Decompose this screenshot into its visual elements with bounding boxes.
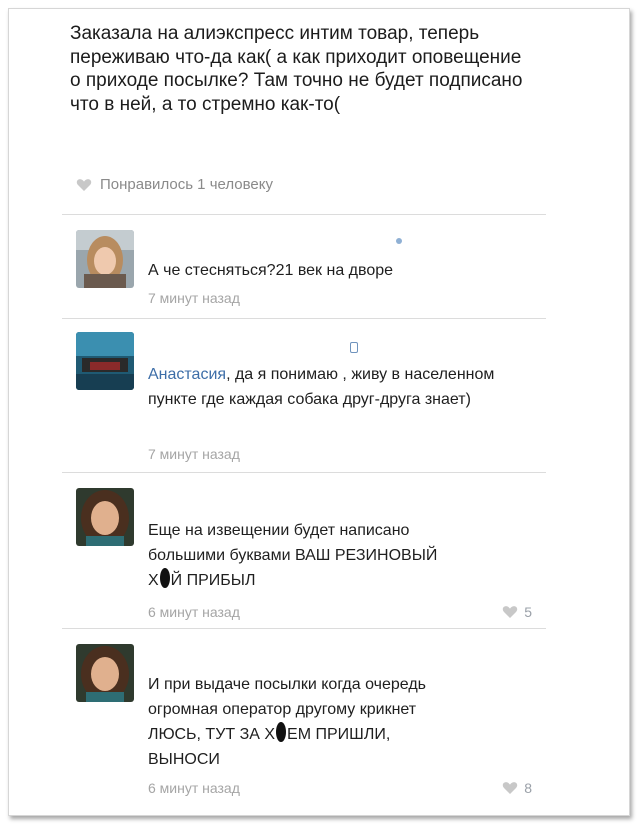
comment-likes[interactable]: 8	[502, 780, 532, 796]
censor-blot	[276, 722, 287, 742]
comment-line: Еще на извещении будет написано	[148, 522, 410, 539]
divider	[62, 318, 546, 319]
heart-icon	[503, 782, 518, 794]
comment-time[interactable]: 6 минут назад	[148, 780, 240, 796]
comment-text-part: Й ПРИБЫЛ	[170, 572, 256, 589]
avatar[interactable]	[76, 332, 134, 390]
comment-line: ВЫНОСИ	[148, 751, 220, 768]
comment-text: И при выдаче посылки когда очередь огром…	[148, 672, 538, 772]
comment-text-part: Х	[148, 572, 159, 589]
avatar[interactable]	[76, 644, 134, 702]
heart-icon	[503, 606, 518, 618]
comment-likes[interactable]: 5	[502, 604, 532, 620]
comment-text: А че стесняться?21 век на дворе	[148, 262, 394, 279]
comment-text-part: ЕМ ПРИШЛИ,	[287, 726, 391, 743]
mobile-icon	[350, 342, 358, 353]
comment-line: Х Й ПРИБЫЛ	[148, 568, 538, 593]
divider	[62, 472, 546, 473]
post-text: Заказала на алиэкспресс интим товар, теп…	[70, 23, 523, 115]
comment-line: большими буквами ВАШ РЕЗИНОВЫЙ	[148, 547, 438, 564]
reply-name-link[interactable]: Анастасия	[148, 366, 226, 383]
avatar[interactable]	[76, 230, 134, 288]
comment-text-part: ЛЮСЬ, ТУТ ЗА Х	[148, 726, 276, 743]
heart-icon	[76, 178, 92, 191]
comment-line: И при выдаче посылки когда очередь	[148, 676, 427, 693]
comment-time[interactable]: 7 минут назад	[148, 446, 240, 462]
avatar[interactable]	[76, 488, 134, 546]
comment-time[interactable]: 7 минут назад	[148, 290, 240, 306]
comment-likes-count: 8	[524, 780, 532, 796]
online-indicator	[396, 238, 402, 244]
comment-time[interactable]: 6 минут назад	[148, 604, 240, 620]
divider	[62, 214, 546, 215]
post-likes-label: Понравилось 1 человеку	[100, 176, 273, 193]
post-likes[interactable]: Понравилось 1 человеку	[76, 176, 273, 193]
comment-text: Еще на извещении будет написано большими…	[148, 518, 538, 593]
divider	[62, 628, 546, 629]
comment-likes-count: 5	[524, 604, 532, 620]
comment-line: ЛЮСЬ, ТУТ ЗА Х ЕМ ПРИШЛИ,	[148, 722, 538, 747]
censor-blot	[159, 568, 170, 588]
comment-text: Анастасия, да я понимаю , живу в населен…	[148, 362, 538, 412]
comment-line: огромная оператор другому крикнет	[148, 701, 417, 718]
